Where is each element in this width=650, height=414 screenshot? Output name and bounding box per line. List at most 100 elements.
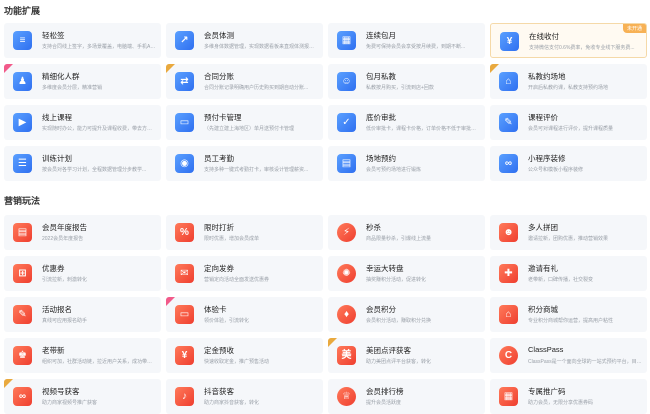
feature-card[interactable]: ☺ 包月私教 私教按月购买，引流到店+回款	[328, 64, 485, 99]
video-icon: ▶	[13, 113, 32, 132]
report-icon: ▤	[13, 223, 32, 242]
meituan-icon: 美	[337, 346, 356, 365]
feature-card[interactable]: 美 美团点评获客助力美团点评平台获客，转化	[328, 338, 485, 373]
group-buy-icon: ☻	[499, 223, 518, 242]
feature-card[interactable]: ♕ 会员排行榜 提升会员活跃度	[328, 379, 485, 414]
corner-tag	[4, 64, 13, 73]
feature-card[interactable]: % 限时打折 限时优惠，增加会员成单	[166, 215, 323, 250]
card-description: 助力美团点评平台获客，转化	[366, 359, 432, 365]
feature-card[interactable]: ♦ 会员积分会员积分活动，赚取积分兑换	[328, 297, 485, 332]
venue-icon: ⌂	[499, 72, 518, 91]
card-description: 开启后私教约课，私教支持预约场地	[528, 85, 609, 91]
card-description: 私教按月购买，引流到店+回款	[366, 85, 434, 91]
feature-card[interactable]: ▤ 场地预约 会员可预约场地进行锻炼	[328, 146, 485, 181]
feature-card[interactable]: ▭ 体验卡 领价体验，引流转化	[166, 297, 323, 332]
card-description: （先建立建上海地区）单月送预付卡管理	[204, 126, 295, 132]
feature-card[interactable]: ✚ 邀请有礼 老带新，口碑传播，社交裂变	[490, 256, 647, 291]
feature-card[interactable]: ◉ 员工考勤 支持多种一键式考勤打卡，审核设计管理薪资...	[166, 146, 323, 181]
card-title: 会员积分	[366, 305, 396, 314]
card-title: 会员排行榜	[366, 387, 404, 396]
wheel-icon: ✺	[337, 264, 356, 283]
card-description: 实现随时办公，能力可提升及课程收费，带去方便工...	[42, 126, 156, 132]
card-title: 合同分账	[204, 72, 234, 81]
comment-icon: ✎	[499, 113, 518, 132]
feature-card[interactable]: ↗ 会员体测 多维身体数据管理，实现数据看板来直观体测报告...	[166, 23, 323, 58]
plan-icon: ☰	[13, 154, 32, 173]
card-title: 员工考勤	[204, 154, 234, 163]
feature-card[interactable]: ☻ 多人拼团 邀请拉新，团购优惠，推动营销效果	[490, 215, 647, 250]
card-description: 商品限量秒杀，引爆线上流量	[366, 236, 432, 242]
features-section-title: 功能扩展	[4, 6, 41, 16]
card-description: 公众号和模板小程序装修	[528, 167, 584, 173]
card-title: 线上课程	[42, 113, 72, 122]
card-title: 活动报名	[42, 305, 72, 314]
card-description: 2022会员年度报告	[42, 236, 84, 242]
feature-card[interactable]: ¥ 在线收付 支持微信支付0.6%费率，免收专业线下服务费... 未开通	[490, 23, 647, 58]
feature-card[interactable]: C ClassPass ClassPass是一个面向全球的一站式预约平台，目前已在.…	[490, 338, 647, 373]
feature-card[interactable]: ▶ 线上课程实现随时办公，能力可提升及课程收费，带去方便工...	[4, 105, 161, 140]
corner-tag	[166, 297, 175, 306]
card-title: 定金预收	[204, 346, 234, 355]
card-title: 抖音获客	[204, 387, 234, 396]
ticket-icon: ▤	[337, 154, 356, 173]
marketing-section-title: 营销玩法	[4, 196, 41, 206]
status-badge: 未开通	[622, 24, 646, 33]
referral-icon: ♚	[13, 346, 32, 365]
feature-card[interactable]: ▭ 预付卡管理 （先建立建上海地区）单月送预付卡管理	[166, 105, 323, 140]
feature-card[interactable]: ⌂ 积分商城 专业积分商城帮你运营，提高用户粘性	[490, 297, 647, 332]
feature-card[interactable]: ∞ 视频号获客 助力商家视频号推广获客	[4, 379, 161, 414]
feature-card[interactable]: ✉ 定向发券 营销定向活动全面发送优惠券	[166, 256, 323, 291]
card-title: 精细化人群	[42, 72, 80, 81]
card-title: 预付卡管理	[204, 113, 242, 122]
feature-card[interactable]: ▦ 连续包月 免费可保持会员会享受按月续费，到期不断...	[328, 23, 485, 58]
card-description: 助力商家抖音获客，转化	[204, 400, 260, 406]
feature-card[interactable]: ✎ 课程评价 会员可对课程进行评价，提升课程质量	[490, 105, 647, 140]
feature-card[interactable]: ⚡ 秒杀 商品限量秒杀，引爆线上流量	[328, 215, 485, 250]
feature-card[interactable]: ⇄ 合同分账 合同分账记录明确用户历史购买到期自动分账...	[166, 64, 323, 99]
card-description: 营销定向活动全面发送优惠券	[204, 277, 270, 283]
feature-card[interactable]: ♪ 抖音获客助力商家抖音获客，转化	[166, 379, 323, 414]
feature-card[interactable]: ▤ 会员年度报告 2022会员年度报告	[4, 215, 161, 250]
card-title: 连续包月	[366, 31, 396, 40]
feature-card[interactable]: ▦ 专属推广码 助力会员，无限分享优惠券码	[490, 379, 647, 414]
trial-card-icon: ▭	[175, 305, 194, 324]
card-title: 美团点评获客	[366, 346, 411, 355]
invite-icon: ✚	[499, 264, 518, 283]
feature-card[interactable]: ∞ 小程序装修 公众号和模板小程序装修	[490, 146, 647, 181]
douyin-icon: ♪	[175, 387, 194, 406]
feature-card[interactable]: ♟ 精细化人群 多维度会员分层，精准营销	[4, 64, 161, 99]
card-title: 视频号获客	[42, 387, 80, 396]
mall-icon: ⌂	[499, 305, 518, 324]
points-icon: ♦	[337, 305, 356, 324]
card-title: 轻松签	[42, 31, 65, 40]
feature-card[interactable]: ✺ 幸运大转盘 抽奖赚积分活动，促进转化	[328, 256, 485, 291]
card-description: 按会员对各学习计划，全程数据管理分步教学...	[42, 167, 147, 173]
card-description: 快速收取定金，推广预售活动	[204, 359, 270, 365]
card-title: 体验卡	[204, 305, 227, 314]
feature-card[interactable]: ⊞ 优惠券 引流拉新，刺激转化	[4, 256, 161, 291]
feature-card[interactable]: ¥ 定金预收 快速收取定金，推广预售活动	[166, 338, 323, 373]
card-description: 会员可预约场地进行锻炼	[366, 167, 422, 173]
flash-sale-icon: ⚡	[337, 223, 356, 242]
feature-card[interactable]: ♚ 老带新 组织可加，社群活动链，拉近用户关系，成功带来下...	[4, 338, 161, 373]
card-description: 专业积分商城帮你运营，提高用户粘性	[528, 318, 614, 324]
card-title: 训练计划	[42, 154, 72, 163]
card-title: 包月私教	[366, 72, 396, 81]
card-description: 低价审批卡，课程卡价格，订单价格不低于审批设计...	[366, 126, 480, 132]
chart-line-icon: ↗	[175, 31, 194, 50]
feature-card[interactable]: ✎ 活动报名 真线可应用报名助手	[4, 297, 161, 332]
calendar-icon: ▦	[337, 31, 356, 50]
targeted-coupon-icon: ✉	[175, 264, 194, 283]
feature-card[interactable]: ≡ 轻松签 支持合同线上签字，多场景覆盖，电脑端、手机APP...	[4, 23, 161, 58]
feature-card[interactable]: ✓ 底价审批 低价审批卡，课程卡价格，订单价格不低于审批设计...	[328, 105, 485, 140]
feature-card[interactable]: ⌂ 私教约场地开启后私教约课，私教支持预约场地	[490, 64, 647, 99]
card-description: 支持多种一键式考勤打卡，审核设计管理薪资...	[204, 167, 309, 173]
feature-card[interactable]: ☰ 训练计划按会员对各学习计划，全程数据管理分步教学...	[4, 146, 161, 181]
card-description: 助力会员，无限分享优惠券码	[528, 400, 594, 406]
card-description: 合同分账记录明确用户历史购买到期自动分账...	[204, 85, 309, 91]
card-title: 会员年度报告	[42, 223, 87, 232]
corner-tag	[490, 64, 499, 73]
card-description: 会员积分活动，赚取积分兑换	[366, 318, 432, 324]
card-title: 会员体测	[204, 31, 234, 40]
card-title: 私教约场地	[528, 72, 566, 81]
